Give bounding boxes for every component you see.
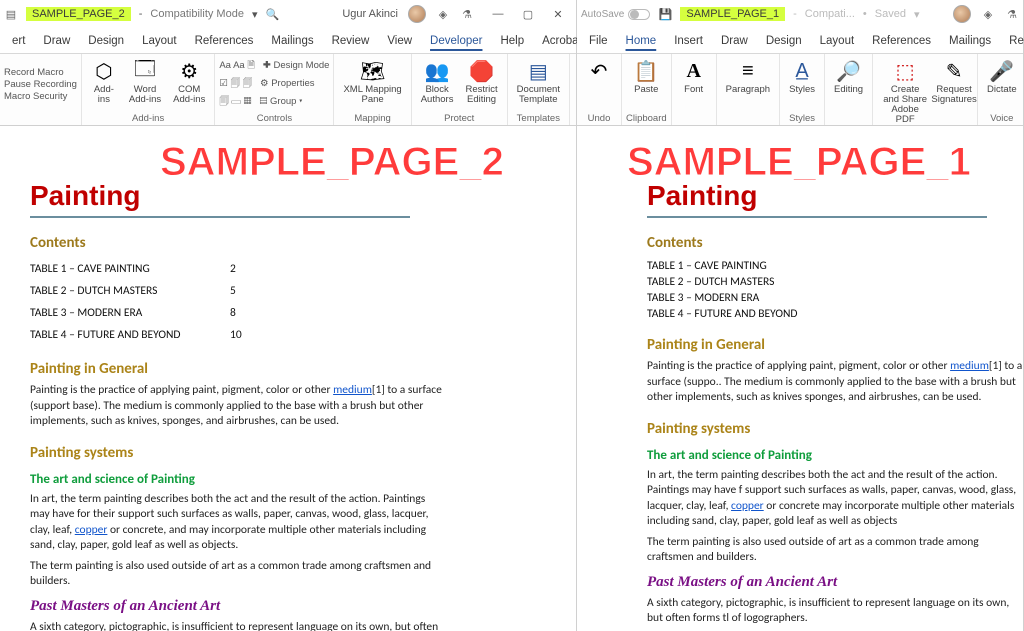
ribbon-tabs-right: File Home Insert Draw Design Layout Refe… xyxy=(577,28,1023,54)
toc-row: TABLE 4 – FUTURE AND BEYOND10 xyxy=(30,324,446,346)
titlebar-right: AutoSave 💾 SAMPLE_PAGE_1 - Compati... • … xyxy=(577,0,1023,28)
para-general: Painting is the practice of applying pai… xyxy=(647,359,1023,406)
ribbon-left: Record Macro Pause Recording Macro Secur… xyxy=(0,54,576,126)
contents-heading: Contents xyxy=(647,234,1023,252)
word-app-icon: ▤ xyxy=(4,7,18,21)
tab-review[interactable]: Review xyxy=(1001,31,1024,51)
toc-row: TABLE 2 – DUTCH MASTERS5 xyxy=(30,280,446,302)
paragraph-button[interactable]: ≡Paragraph xyxy=(721,56,775,112)
macro-security[interactable]: Macro Security xyxy=(4,91,77,102)
tab-mailings[interactable]: Mailings xyxy=(941,31,999,51)
font-button[interactable]: AFont xyxy=(676,56,712,112)
create-pdf-button[interactable]: ⬚Create and ShareAdobe PDF xyxy=(877,56,933,127)
doc-title: Painting xyxy=(647,180,987,218)
document-page-left[interactable]: SAMPLE_PAGE_2 Painting Contents TABLE 1 … xyxy=(0,126,576,631)
para-art: In art, the term painting describes both… xyxy=(30,492,446,554)
toc-row: TABLE 4 – FUTURE AND BEYOND xyxy=(647,306,1023,322)
para-common: The term painting is also used outside o… xyxy=(30,559,446,590)
save-icon[interactable]: 💾 xyxy=(658,7,672,21)
word-addins-button[interactable]: 🗔WordAdd-ins xyxy=(124,56,166,112)
pause-recording: Pause Recording xyxy=(4,79,77,90)
toc-row: TABLE 1 – CAVE PAINTING2 xyxy=(30,258,446,280)
tab-design[interactable]: Design xyxy=(80,31,132,51)
ribbon-tabs-left: ert Draw Design Layout References Mailin… xyxy=(0,28,576,54)
ribbon-right: ↶ Undo 📋Paste Clipboard AFont ≡Paragraph… xyxy=(577,54,1023,126)
heading-past: Past Masters of an Ancient Art xyxy=(647,574,1023,591)
tab-layout[interactable]: Layout xyxy=(134,31,185,51)
request-sign-button[interactable]: ✎RequestSignatures xyxy=(935,56,973,127)
flask-icon[interactable]: ⚗ xyxy=(1005,7,1019,21)
tab-developer[interactable]: Developer xyxy=(422,31,490,51)
block-authors-button: 👥BlockAuthors xyxy=(416,56,459,112)
toc-row: TABLE 2 – DUTCH MASTERS xyxy=(647,274,1023,290)
overlay-label: SAMPLE_PAGE_2 xyxy=(160,142,504,182)
tab-draw[interactable]: Draw xyxy=(713,31,756,51)
heading-general: Painting in General xyxy=(647,336,1023,354)
doc-template-button[interactable]: ▤DocumentTemplate xyxy=(512,56,565,112)
heading-art: The art and science of Painting xyxy=(30,472,446,487)
tab-references[interactable]: References xyxy=(864,31,939,51)
tab-ert[interactable]: ert xyxy=(4,31,33,51)
para-sixth: A sixth category, pictographic, is insuf… xyxy=(647,596,1023,627)
addins-button[interactable]: ⬡Add-ins xyxy=(86,56,122,112)
doc-title: Painting xyxy=(30,180,410,218)
diamond-icon[interactable]: ◈ xyxy=(981,7,995,21)
editing-button[interactable]: 🔎Editing xyxy=(829,56,868,112)
heading-art: The art and science of Painting xyxy=(647,448,1023,463)
tab-review[interactable]: Review xyxy=(324,31,378,51)
tab-layout[interactable]: Layout xyxy=(812,31,863,51)
para-art: In art, the term painting describes both… xyxy=(647,468,1023,530)
restrict-editing-button[interactable]: 🛑RestrictEditing xyxy=(460,56,502,112)
overlay-label: SAMPLE_PAGE_1 xyxy=(627,142,971,182)
tab-help[interactable]: Help xyxy=(492,31,532,51)
record-macro[interactable]: Record Macro xyxy=(4,67,77,78)
toc-row: TABLE 1 – CAVE PAINTING xyxy=(647,258,1023,274)
autosave-toggle[interactable]: AutoSave xyxy=(581,9,650,20)
heading-past: Past Masters of an Ancient Art xyxy=(30,598,446,615)
para-general: Painting is the practice of applying pai… xyxy=(30,383,446,430)
tab-view[interactable]: View xyxy=(379,31,420,51)
close-button[interactable]: ✕ xyxy=(544,4,572,24)
tab-references[interactable]: References xyxy=(187,31,262,51)
xml-mapping-button[interactable]: 🗺XML MappingPane xyxy=(338,56,406,112)
link-copper[interactable]: copper xyxy=(731,499,764,513)
undo-button[interactable]: ↶ xyxy=(581,56,617,112)
toc-row: TABLE 3 – MODERN ERA8 xyxy=(30,302,446,324)
tab-draw[interactable]: Draw xyxy=(35,31,78,51)
tab-mailings[interactable]: Mailings xyxy=(263,31,321,51)
link-copper[interactable]: copper xyxy=(75,523,108,537)
file-name[interactable]: SAMPLE_PAGE_1 xyxy=(680,7,785,21)
heading-systems: Painting systems xyxy=(30,444,446,462)
avatar[interactable] xyxy=(953,5,971,23)
para-common: The term painting is also used outside o… xyxy=(647,535,1023,566)
tab-file[interactable]: File xyxy=(581,31,616,51)
file-name[interactable]: SAMPLE_PAGE_2 xyxy=(26,7,131,21)
heading-systems: Painting systems xyxy=(647,420,1023,438)
avatar[interactable] xyxy=(408,5,426,23)
dictate-button[interactable]: 🎤Dictate xyxy=(982,56,1022,112)
paste-button[interactable]: 📋Paste xyxy=(628,56,664,112)
tab-home[interactable]: Home xyxy=(618,31,665,51)
para-sixth: A sixth category, pictographic, is insuf… xyxy=(30,620,446,631)
link-medium[interactable]: medium xyxy=(950,359,989,373)
styles-button[interactable]: A̲Styles xyxy=(784,56,820,112)
restore-button[interactable]: ▢ xyxy=(514,4,542,24)
contents-heading: Contents xyxy=(30,234,446,252)
user-name[interactable]: Ugur Akinci xyxy=(342,8,398,20)
search-icon[interactable]: 🔍 xyxy=(265,7,279,21)
document-page-right[interactable]: SAMPLE_PAGE_1 Painting Contents TABLE 1 … xyxy=(577,126,1023,631)
heading-general: Painting in General xyxy=(30,360,446,378)
com-addins-button[interactable]: ⚙COMAdd-ins xyxy=(168,56,210,112)
titlebar-left: ▤ SAMPLE_PAGE_2 - Compatibility Mode ▾ 🔍… xyxy=(0,0,576,28)
link-medium[interactable]: medium xyxy=(333,383,372,397)
tab-design[interactable]: Design xyxy=(758,31,810,51)
flask-icon[interactable]: ⚗ xyxy=(460,7,474,21)
tab-insert[interactable]: Insert xyxy=(666,31,711,51)
diamond-icon[interactable]: ◈ xyxy=(436,7,450,21)
minimize-button[interactable]: — xyxy=(484,4,512,24)
compat-mode: Compatibility Mode xyxy=(150,8,244,20)
toc-row: TABLE 3 – MODERN ERA xyxy=(647,290,1023,306)
